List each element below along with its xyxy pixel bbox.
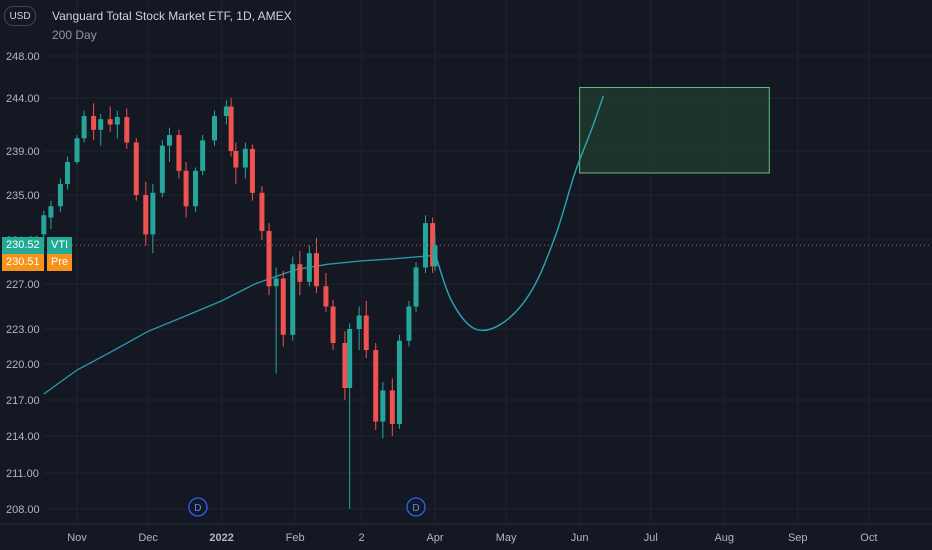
candle-body <box>74 138 80 162</box>
candle-body <box>373 350 379 422</box>
candle-body <box>396 340 402 424</box>
y-tick-label: 211.00 <box>6 468 39 480</box>
x-tick-label: Oct <box>860 532 877 544</box>
price-chart[interactable]: 208.00 211.00 214.00 217.00 220.00 223.00 227.… <box>0 0 932 550</box>
candle-body <box>330 306 336 343</box>
candle-body <box>342 343 348 388</box>
x-tick-label: May <box>496 532 517 544</box>
dividend-marker-label: D <box>194 503 201 514</box>
candle-body <box>223 106 229 117</box>
x-tick-label: Sep <box>788 532 808 544</box>
candle-body <box>107 119 113 125</box>
currency-selector[interactable]: USD <box>4 6 36 26</box>
candle-body <box>242 148 248 168</box>
candle-body <box>347 329 353 388</box>
candle-body <box>306 253 312 282</box>
x-tick-label: Dec <box>138 532 158 544</box>
candle-body <box>212 116 218 141</box>
premarket-price-badge: 230.51 <box>2 254 44 272</box>
candle-body <box>380 390 386 422</box>
candle-body <box>273 278 279 287</box>
candle-body <box>323 286 329 307</box>
x-tick-label: Aug <box>714 532 734 544</box>
candle-body <box>114 117 120 125</box>
candle-body <box>200 140 206 171</box>
candle-body <box>228 106 234 151</box>
y-tick-label: 214.00 <box>6 431 40 443</box>
candle-body <box>98 119 104 130</box>
candle-body <box>124 117 130 143</box>
candle-body <box>432 245 438 267</box>
candle-body <box>259 192 265 231</box>
time-axis[interactable]: Nov Dec 2022 Feb 2 Apr May Jun Jul Aug Sep Oct <box>67 532 877 544</box>
candle-body <box>423 223 429 268</box>
target-zone-box <box>579 87 770 174</box>
candle-body <box>363 315 369 350</box>
dividend-markers: DD <box>188 497 426 517</box>
candle-body <box>41 215 47 235</box>
last-price-badge: 230.52 <box>2 237 44 255</box>
currency-label: USD <box>9 10 31 22</box>
symbol-tag: VTI <box>47 237 73 255</box>
premarket-tag: Pre <box>47 254 73 272</box>
projection-curve <box>434 95 604 332</box>
y-tick-label: 208.00 <box>6 504 40 516</box>
price-axis[interactable]: 208.00 211.00 214.00 217.00 220.00 223.00 227.… <box>6 51 40 516</box>
candle-body <box>48 206 54 218</box>
x-tick-label: Feb <box>286 532 305 544</box>
candle-body <box>81 116 87 139</box>
projection-path <box>434 95 604 332</box>
candle-body <box>65 162 71 184</box>
candle-body <box>313 253 319 287</box>
candle-body <box>389 390 395 424</box>
x-tick-label: Nov <box>67 532 87 544</box>
candle-body <box>280 278 286 335</box>
chart-title: Vanguard Total Stock Market ETF, 1D, AME… <box>52 9 292 23</box>
candle-body <box>233 151 239 168</box>
candle-body <box>249 148 255 193</box>
candle-body <box>176 135 182 171</box>
indicator-label[interactable]: 200 Day <box>52 28 97 42</box>
chart-grid <box>0 0 932 525</box>
candle-body <box>290 264 296 335</box>
candle-body <box>193 170 199 207</box>
dividend-marker-label: D <box>412 503 419 514</box>
x-tick-label: 2 <box>358 532 364 544</box>
candlestick-series <box>41 98 438 509</box>
candle-body <box>143 195 149 235</box>
candle-body <box>150 192 156 235</box>
candle-body <box>413 267 419 307</box>
y-tick-label: 223.00 <box>6 324 40 336</box>
y-tick-label: 227.00 <box>6 279 40 291</box>
x-tick-label: Jun <box>571 532 589 544</box>
candle-body <box>159 145 165 193</box>
candle-body <box>166 135 172 146</box>
y-tick-label: 248.00 <box>6 51 40 63</box>
candle-body <box>266 231 272 287</box>
y-tick-label: 220.00 <box>6 359 40 371</box>
candle-body <box>57 184 63 207</box>
candle-body <box>297 264 303 282</box>
y-tick-label: 239.00 <box>6 146 40 158</box>
x-tick-label: Apr <box>426 532 443 544</box>
x-tick-label: 2022 <box>209 532 233 544</box>
candle-body <box>356 315 362 329</box>
candle-body <box>133 142 139 195</box>
candle-body <box>91 116 97 130</box>
y-tick-label: 244.00 <box>6 93 40 105</box>
y-tick-label: 235.00 <box>6 190 40 202</box>
candle-body <box>406 306 412 341</box>
y-tick-label: 217.00 <box>6 395 40 407</box>
x-tick-label: Jul <box>644 532 658 544</box>
candle-body <box>183 170 189 207</box>
